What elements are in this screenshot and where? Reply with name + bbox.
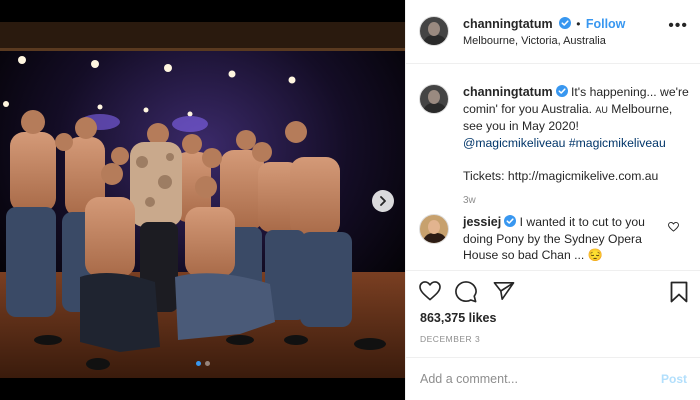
comment-icon[interactable] <box>455 281 477 303</box>
post-location[interactable]: Melbourne, Victoria, Australia <box>463 35 606 47</box>
share-icon[interactable] <box>493 281 515 301</box>
caption-hashtag[interactable]: #magicmikeliveau <box>569 136 666 150</box>
caption-author-avatar[interactable] <box>419 84 449 114</box>
bookmark-icon[interactable] <box>670 281 688 303</box>
author-username[interactable]: channingtatum <box>463 17 553 31</box>
caption-tickets: Tickets: http://magicmikelive.com.au <box>463 168 659 183</box>
group-photo-illustration <box>0 22 405 378</box>
verified-badge-icon <box>558 17 571 29</box>
follow-button[interactable]: Follow <box>586 17 626 31</box>
comments-section: channingtatum It's happening... we're co… <box>406 64 700 270</box>
header-separator: • <box>576 17 581 31</box>
heart-icon[interactable] <box>419 281 441 301</box>
post-caption: channingtatum It's happening... we're co… <box>463 84 691 184</box>
post-header: channingtatum • Follow Melbourne, Victor… <box>406 0 700 64</box>
verified-badge-icon <box>555 85 568 97</box>
add-comment-input[interactable] <box>420 370 640 388</box>
carousel-dot <box>204 361 210 366</box>
more-options-icon[interactable]: ••• <box>668 18 688 34</box>
author-line: channingtatum • Follow <box>463 17 625 31</box>
post-photo-area <box>0 0 405 400</box>
post-date: DECEMBER 3 <box>420 334 481 344</box>
commenter-username[interactable]: jessiej <box>463 215 501 229</box>
post-photo[interactable] <box>0 22 405 378</box>
author-avatar[interactable] <box>419 16 449 46</box>
caption-username[interactable]: channingtatum <box>463 85 553 99</box>
carousel-dot-active <box>195 361 201 366</box>
post-actions: 863,375 likes DECEMBER 3 <box>406 270 700 350</box>
carousel-indicator <box>0 361 405 366</box>
comment-item: jessiej I wanted it to cut to you doing … <box>463 214 668 264</box>
caption-mention[interactable]: @magicmikeliveau <box>463 136 565 150</box>
like-count[interactable]: 863,375 likes <box>420 311 496 325</box>
commenter-avatar[interactable] <box>419 214 449 244</box>
carousel-next-button[interactable] <box>372 190 394 212</box>
post-detail-panel: channingtatum • Follow Melbourne, Victor… <box>405 0 700 400</box>
post-comment-button[interactable]: Post <box>661 372 687 386</box>
chevron-right-icon <box>380 196 386 206</box>
verified-badge-icon <box>504 215 517 227</box>
comment-emoji: 😔 <box>587 248 603 262</box>
like-comment-heart-icon[interactable] <box>668 222 679 232</box>
add-comment-bar: Post <box>406 357 700 400</box>
caption-au: AU <box>595 104 608 115</box>
caption-timestamp[interactable]: 3w <box>463 195 476 206</box>
